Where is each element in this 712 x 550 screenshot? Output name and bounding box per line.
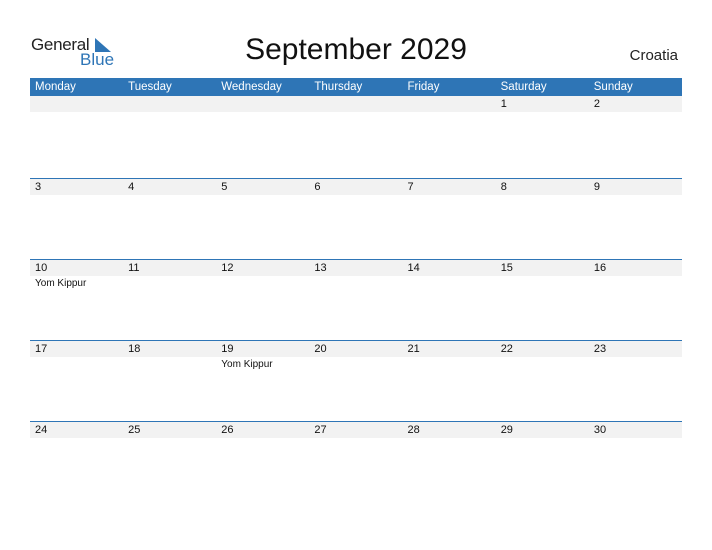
day-number: 9: [593, 181, 600, 193]
day-cell: 25: [123, 422, 216, 503]
day-cell: 23: [589, 341, 682, 422]
day-number: 13: [314, 262, 327, 274]
week-row: 10 Yom Kippur 11 12 13 14 15 16: [30, 259, 682, 341]
day-cell: 22: [496, 341, 589, 422]
holiday-label: Yom Kippur: [35, 278, 87, 289]
day-cell: 6: [309, 179, 402, 260]
day-cell: 12: [216, 260, 309, 341]
day-cell: 14: [403, 260, 496, 341]
day-cell: 2: [589, 96, 682, 177]
day-cell: 5: [216, 179, 309, 260]
day-number: 2: [593, 98, 600, 110]
day-number: 12: [221, 262, 234, 274]
day-cell: [123, 96, 216, 177]
week-row: 3 4 5 6 7 8 9: [30, 178, 682, 260]
day-cell: [309, 96, 402, 177]
day-cell: 9: [589, 179, 682, 260]
day-cell: 18: [123, 341, 216, 422]
day-cell: [216, 96, 309, 177]
day-number: 16: [593, 262, 607, 274]
day-number: 11: [128, 262, 140, 274]
holiday-label: Yom Kippur: [221, 359, 273, 370]
day-number: 28: [407, 424, 420, 436]
week-row: 24 25 26 27 28 29 30: [30, 421, 682, 503]
page-title: September 2029: [245, 33, 467, 66]
day-number: 30: [593, 424, 607, 436]
weekday-thursday: Thursday: [314, 81, 363, 93]
day-cell: 27: [309, 422, 402, 503]
day-number: 10: [35, 262, 48, 274]
day-cell: 13: [309, 260, 402, 341]
day-number: 22: [500, 343, 513, 355]
day-cell: 4: [123, 179, 216, 260]
day-number: 27: [314, 424, 327, 436]
weekday-saturday: Saturday: [500, 81, 547, 93]
day-number: 3: [35, 181, 42, 193]
day-number: 1: [500, 98, 507, 110]
day-number: 18: [128, 343, 141, 355]
day-cell: 26: [216, 422, 309, 503]
day-number: 23: [593, 343, 607, 355]
day-number: 20: [314, 343, 327, 355]
weekday-wednesday: Wednesday: [221, 81, 282, 93]
day-cell: 10 Yom Kippur: [30, 260, 123, 341]
weekday-tuesday: Tuesday: [128, 81, 172, 93]
day-number: 15: [500, 262, 513, 274]
country-label: Croatia: [629, 47, 678, 64]
day-cell: 20: [309, 341, 402, 422]
day-number: 26: [221, 424, 234, 436]
day-number: 6: [314, 181, 321, 193]
day-cell: 1: [496, 96, 589, 177]
day-cell: [403, 96, 496, 177]
day-number: 5: [221, 181, 228, 193]
weekday-friday: Friday: [407, 81, 440, 93]
week-row: 17 18 19 Yom Kippur 20 21 22 23: [30, 340, 682, 422]
week-row: 12: [30, 96, 682, 177]
day-number: 19: [221, 343, 234, 355]
weekday-header: Monday Tuesday Wednesday Thursday Friday Satu…: [30, 78, 682, 96]
day-number: 7: [407, 181, 414, 193]
day-cell: 7: [403, 179, 496, 260]
day-number: 17: [35, 343, 48, 355]
day-number: 24: [35, 424, 48, 436]
day-cell: 3: [30, 179, 123, 260]
day-number: 29: [500, 424, 513, 436]
day-cell: 11: [123, 260, 216, 341]
day-cell: 17: [30, 341, 123, 422]
day-cell: 21: [403, 341, 496, 422]
day-cell: 29: [496, 422, 589, 503]
weekday-monday: Monday: [35, 81, 76, 93]
day-cell: [30, 96, 123, 177]
day-number: 8: [500, 181, 507, 193]
day-number: 4: [128, 181, 135, 193]
day-number: 21: [407, 343, 420, 355]
day-cell: 30: [589, 422, 682, 503]
day-cell: 24: [30, 422, 123, 503]
day-cell: 16: [589, 260, 682, 341]
day-cell: 19 Yom Kippur: [216, 341, 309, 422]
day-number: 14: [407, 262, 420, 274]
day-cell: 28: [403, 422, 496, 503]
weekday-sunday: Sunday: [593, 81, 633, 93]
day-cell: 8: [496, 179, 589, 260]
day-cell: 15: [496, 260, 589, 341]
day-number: 25: [128, 424, 141, 436]
